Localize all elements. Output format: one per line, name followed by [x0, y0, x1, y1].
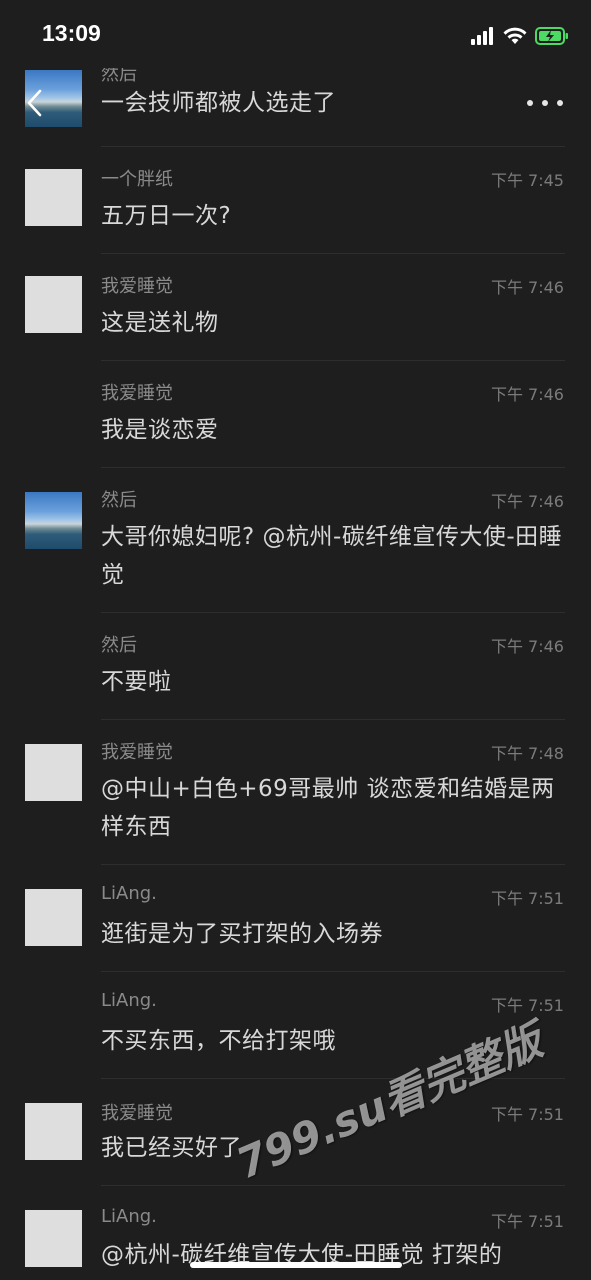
message-text: 五万日一次?: [101, 203, 232, 229]
message-item[interactable]: 我爱睡觉 下午 7:46 我是谈恋爱: [0, 361, 591, 468]
home-indicator[interactable]: [190, 1262, 402, 1268]
sender-name: 我爱睡觉: [101, 276, 173, 297]
avatar[interactable]: [25, 169, 82, 226]
message-time: 下午 7:46: [490, 492, 564, 511]
more-horizontal-icon: [527, 100, 533, 106]
sender-name: 我爱睡觉: [101, 742, 173, 763]
message-text: 逛街是为了买打架的入场券: [101, 921, 383, 947]
message-feed[interactable]: 然后 一会技师都被人选走了 一个胖纸 下午 7:45 五万日一次? 我爱睡觉 下…: [0, 40, 591, 1280]
avatar[interactable]: [25, 492, 82, 549]
sender-name: 我爱睡觉: [101, 383, 173, 404]
sender-name: LiAng.: [101, 990, 157, 1011]
avatar[interactable]: [25, 1210, 82, 1267]
wifi-icon: [503, 27, 527, 45]
message-item[interactable]: 然后 下午 7:46 大哥你媳妇呢? @杭州-碳纤维宣传大使-田睡觉: [0, 468, 591, 613]
chevron-left-icon: [27, 89, 42, 117]
message-text: 这是送礼物: [101, 310, 219, 336]
battery-charging-icon: [535, 27, 569, 45]
message-time: 下午 7:46: [490, 278, 564, 297]
sender-name: 然后: [101, 490, 137, 511]
avatar[interactable]: [25, 889, 82, 946]
status-time: 13:09: [42, 20, 101, 46]
signal-icon: [471, 27, 495, 45]
status-bar: 13:09: [0, 0, 591, 68]
message-time: 下午 7:46: [490, 637, 564, 656]
sender-name: LiAng.: [101, 1206, 157, 1227]
back-button[interactable]: [24, 88, 46, 118]
sender-name: LiAng.: [101, 883, 157, 904]
message-text: 不要啦: [101, 669, 172, 695]
avatar[interactable]: [25, 744, 82, 801]
sender-name: 我爱睡觉: [101, 1103, 173, 1124]
message-time: 下午 7:45: [490, 171, 564, 190]
sender-name: 一个胖纸: [101, 169, 173, 190]
message-time: 下午 7:51: [490, 1212, 564, 1231]
message-item[interactable]: 然后 下午 7:46 不要啦: [0, 613, 591, 720]
message-time: 下午 7:46: [490, 385, 564, 404]
avatar[interactable]: [25, 1103, 82, 1160]
more-button[interactable]: [527, 100, 563, 108]
message-time: 下午 7:51: [490, 889, 564, 908]
message-time: 下午 7:48: [490, 744, 564, 763]
avatar[interactable]: [25, 276, 82, 333]
message-item[interactable]: 我爱睡觉 下午 7:48 @中山+白色+69哥最帅 谈恋爱和结婚是两样东西: [0, 720, 591, 865]
message-text: 我是谈恋爱: [101, 417, 219, 443]
message-text: 大哥你媳妇呢? @杭州-碳纤维宣传大使-田睡觉: [101, 524, 563, 588]
sender-name: 然后: [101, 635, 137, 656]
message-item[interactable]: 我爱睡觉 下午 7:46 这是送礼物: [0, 254, 591, 361]
message-item[interactable]: 一个胖纸 下午 7:45 五万日一次?: [0, 147, 591, 254]
message-time: 下午 7:51: [490, 1105, 564, 1124]
status-icons: [471, 24, 569, 48]
message-item[interactable]: LiAng. 下午 7:51 逛街是为了买打架的入场券: [0, 865, 591, 972]
